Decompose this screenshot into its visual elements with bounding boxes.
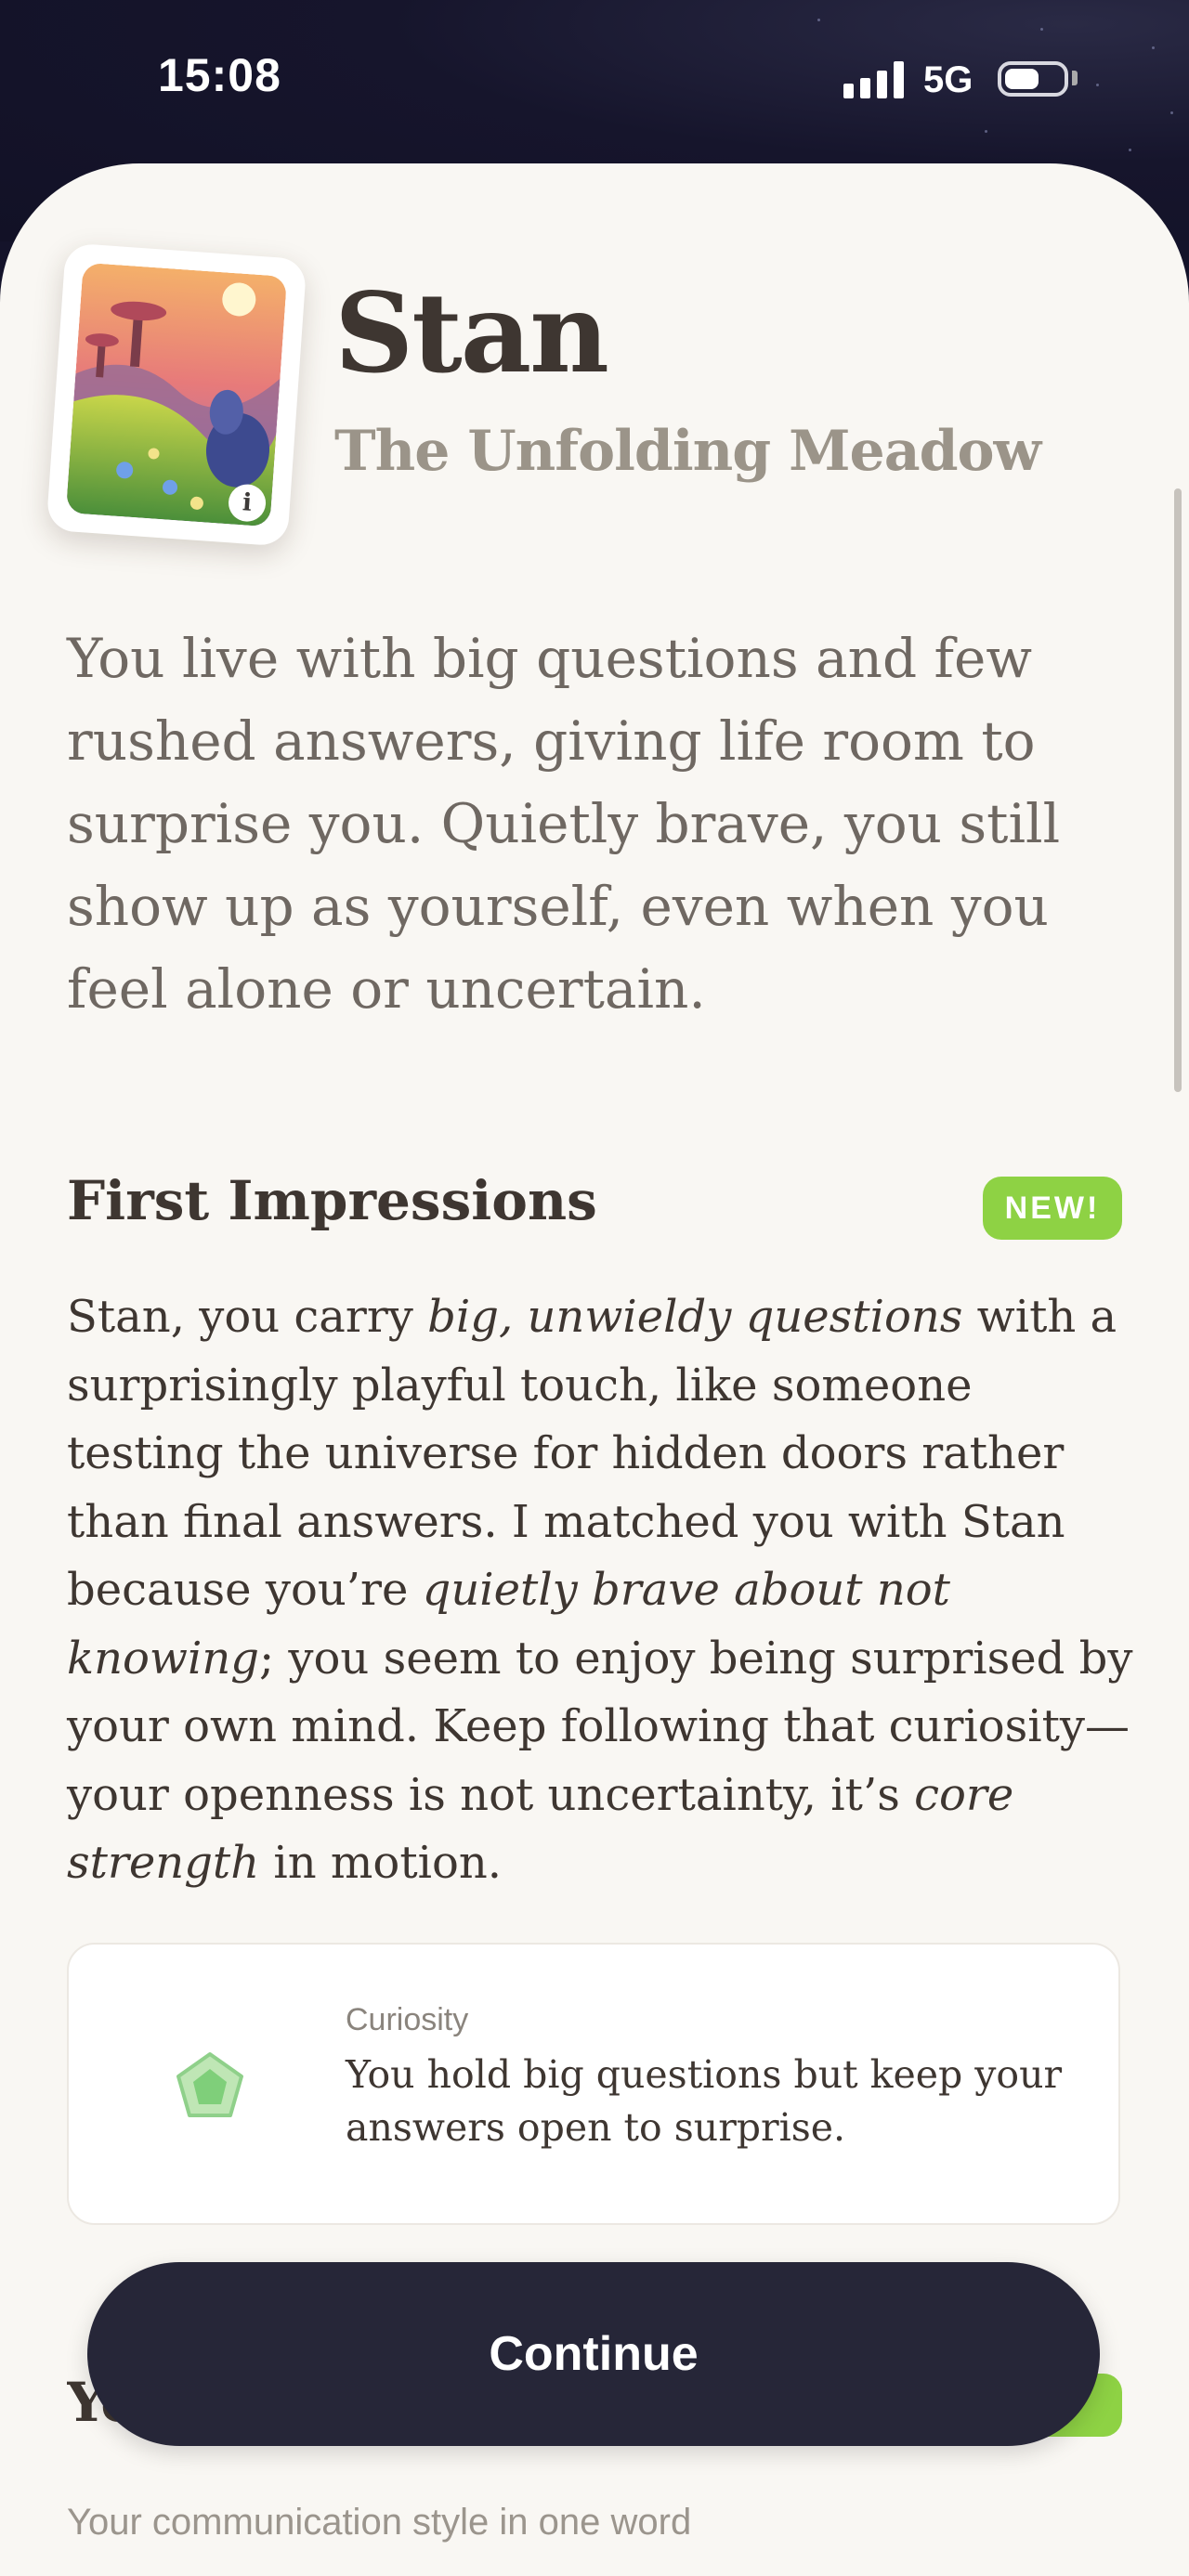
new-badge: NEW! bbox=[983, 1177, 1122, 1240]
pentagon-flower-icon bbox=[175, 2050, 245, 2121]
trait-description: You hold big questions but keep your ans… bbox=[346, 2052, 1063, 2150]
profile-subtitle: The Unfolding Meadow bbox=[334, 419, 1041, 484]
scrollbar[interactable] bbox=[1174, 488, 1182, 1092]
status-bar: 15:08 5G bbox=[0, 0, 1189, 158]
meadow-card-thumbnail[interactable]: i bbox=[46, 242, 307, 547]
battery-icon bbox=[998, 61, 1068, 97]
signal-icon bbox=[843, 61, 905, 98]
status-time: 15:08 bbox=[158, 49, 281, 101]
next-section-caption: Your communication style in one word bbox=[67, 2502, 692, 2543]
profile-name: Stan bbox=[334, 268, 609, 397]
profile-intro: You live with big questions and few rush… bbox=[67, 627, 1061, 1021]
trait-label: Curiosity bbox=[346, 2002, 469, 2037]
first-impressions-title: First Impressions bbox=[67, 1169, 597, 1232]
emphasis: big, unwieldy questions bbox=[427, 1291, 963, 1343]
curiosity-trait-card[interactable]: Curiosity You hold big questions but kee… bbox=[67, 1943, 1120, 2225]
network-label: 5G bbox=[923, 59, 973, 100]
battery-tip bbox=[1072, 71, 1078, 85]
first-impressions-text: Stan, you carry big, unwieldy questions … bbox=[67, 1291, 1133, 1889]
continue-button[interactable]: Continue bbox=[87, 2262, 1100, 2446]
